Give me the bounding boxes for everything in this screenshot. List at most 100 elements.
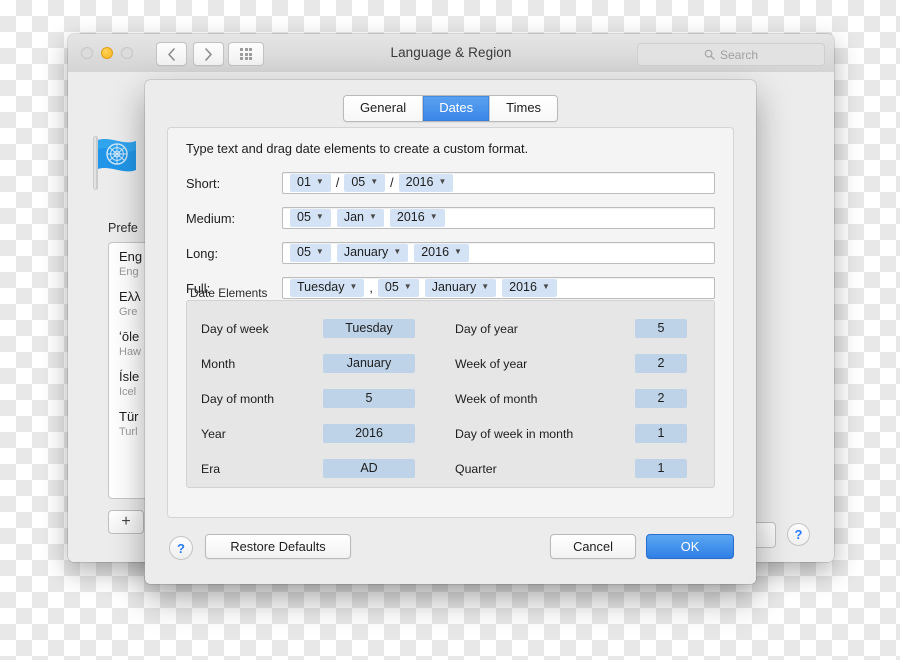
ok-button[interactable]: OK [646, 534, 734, 559]
date-element-label: Week of month [455, 391, 538, 406]
chevron-down-icon: ▼ [370, 177, 379, 186]
custom-date-format-sheet: General Dates Times Type text and drag d… [145, 80, 756, 584]
date-element-label: Year [201, 426, 226, 441]
format-separator: / [335, 176, 340, 190]
chevron-down-icon: ▼ [315, 247, 324, 256]
date-token-day[interactable]: 05 ▼ [377, 279, 419, 297]
tab-group: General Dates Times [342, 95, 559, 122]
chevron-down-icon: ▼ [315, 177, 324, 186]
token-text: Jan [343, 210, 364, 224]
cancel-button[interactable]: Cancel [550, 534, 636, 559]
date-element-label: Month [201, 356, 236, 371]
chevron-down-icon: ▼ [454, 247, 462, 256]
chevron-down-icon: ▼ [349, 282, 358, 291]
chevron-down-icon: ▼ [481, 282, 490, 291]
date-token-month[interactable]: January ▼ [336, 244, 409, 262]
chevron-down-icon: ▼ [429, 212, 438, 221]
dates-panel: Type text and drag date elements to crea… [167, 127, 734, 518]
format-field-long[interactable]: 05 ▼ January ▼ 2016 ▼ [282, 242, 715, 264]
date-token-year[interactable]: 2016 ▼ [389, 209, 445, 227]
format-separator: , [369, 281, 373, 295]
chevron-down-icon: ▼ [368, 212, 377, 221]
date-token-year[interactable]: 2016 ▼ [414, 244, 469, 262]
instructions-text: Type text and drag date elements to crea… [186, 141, 529, 156]
format-row-short: Short: 01 ▼ / 05 ▼ / 2016 ▼ [186, 172, 715, 194]
date-element-value[interactable]: AD [323, 459, 415, 478]
date-element-value[interactable]: 5 [635, 319, 687, 338]
search-input[interactable]: Search [637, 43, 825, 66]
date-token-day[interactable]: 01 ▼ [290, 174, 331, 192]
token-text: 05 [297, 245, 311, 259]
format-field-short[interactable]: 01 ▼ / 05 ▼ / 2016 ▼ [282, 172, 715, 194]
date-elements-left-column: Day of week Tuesday Month January Day of… [201, 311, 431, 486]
sheet-footer: ? Restore Defaults Cancel OK [145, 518, 756, 584]
date-element-value[interactable]: 2016 [323, 424, 415, 443]
token-text: 05 [351, 175, 366, 189]
restore-defaults-button[interactable]: Restore Defaults [205, 534, 351, 559]
token-text: January [431, 280, 477, 294]
token-text: January [343, 245, 389, 259]
date-element-row: Day of week in month 1 [455, 416, 723, 451]
date-elements-right-column: Day of year 5 Week of year 2 Week of mon… [455, 311, 723, 486]
date-element-row: Week of month 2 [455, 381, 723, 416]
format-separator: / [390, 176, 394, 190]
date-token-month[interactable]: 05 ▼ [344, 174, 386, 192]
date-element-value[interactable]: 2 [635, 354, 687, 373]
token-text: 2016 [421, 245, 450, 259]
date-element-label: Era [201, 461, 221, 476]
date-elements-box: Day of week Tuesday Month January Day of… [186, 300, 715, 488]
chevron-down-icon: ▼ [315, 212, 324, 221]
token-text: Tuesday [297, 280, 345, 294]
help-button[interactable]: ? [169, 536, 193, 560]
token-text: 2016 [405, 175, 434, 189]
date-element-row: Month January [201, 346, 431, 381]
chevron-down-icon: ▼ [438, 177, 447, 186]
date-token-year[interactable]: 2016 ▼ [398, 174, 454, 192]
add-language-button[interactable]: + [108, 510, 144, 534]
preferred-languages-label: Prefe [108, 221, 138, 235]
un-flag-icon [93, 136, 136, 190]
date-element-row: Day of year 5 [455, 311, 723, 346]
tab-dates[interactable]: Dates [423, 96, 491, 121]
date-elements-group-label: Date Elements [190, 286, 268, 300]
date-element-row: Year 2016 [201, 416, 431, 451]
search-icon [704, 49, 715, 60]
date-element-row: Day of week Tuesday [201, 311, 431, 346]
date-element-label: Day of week in month [455, 426, 574, 441]
date-element-value[interactable]: 1 [635, 424, 687, 443]
date-element-row: Quarter 1 [455, 451, 723, 486]
window-titlebar: Language & Region Search [68, 34, 834, 73]
date-token-day[interactable]: 05 ▼ [290, 244, 331, 262]
chevron-down-icon: ▼ [403, 282, 412, 291]
date-element-label: Day of month [201, 391, 275, 406]
format-field-medium[interactable]: 05 ▼ Jan ▼ 2016 ▼ [282, 207, 715, 229]
date-token-day[interactable]: 05 ▼ [290, 209, 331, 227]
token-text: 2016 [396, 210, 425, 224]
format-field-full[interactable]: Tuesday ▼ , 05 ▼ January ▼ 2016 ▼ [282, 277, 715, 299]
date-element-value[interactable]: 5 [323, 389, 415, 408]
chevron-down-icon: ▼ [541, 282, 550, 291]
format-label-medium: Medium: [186, 210, 236, 226]
format-label-long: Long: [186, 245, 219, 261]
date-token-month[interactable]: January ▼ [424, 279, 497, 297]
date-token-month[interactable]: Jan ▼ [336, 209, 384, 227]
token-text: 05 [297, 210, 311, 224]
token-text: 2016 [509, 280, 537, 294]
token-text: 05 [384, 280, 399, 294]
token-text: 01 [297, 175, 311, 189]
format-row-long: Long: 05 ▼ January ▼ 2016 ▼ [186, 242, 715, 264]
search-placeholder: Search [719, 47, 759, 62]
date-element-label: Day of week [201, 321, 269, 336]
date-element-label: Day of year [455, 321, 518, 336]
date-element-value[interactable]: Tuesday [323, 319, 415, 338]
tab-general[interactable]: General [343, 96, 424, 121]
date-token-year[interactable]: 2016 ▼ [502, 279, 557, 297]
date-element-value[interactable]: 1 [635, 459, 687, 478]
date-element-value[interactable]: 2 [635, 389, 687, 408]
sheet-tabbar: General Dates Times [145, 95, 756, 122]
help-button[interactable]: ? [787, 523, 810, 546]
date-element-value[interactable]: January [323, 354, 415, 373]
tab-times[interactable]: Times [490, 96, 558, 121]
date-element-row: Week of year 2 [455, 346, 723, 381]
date-token-weekday[interactable]: Tuesday ▼ [290, 279, 365, 297]
